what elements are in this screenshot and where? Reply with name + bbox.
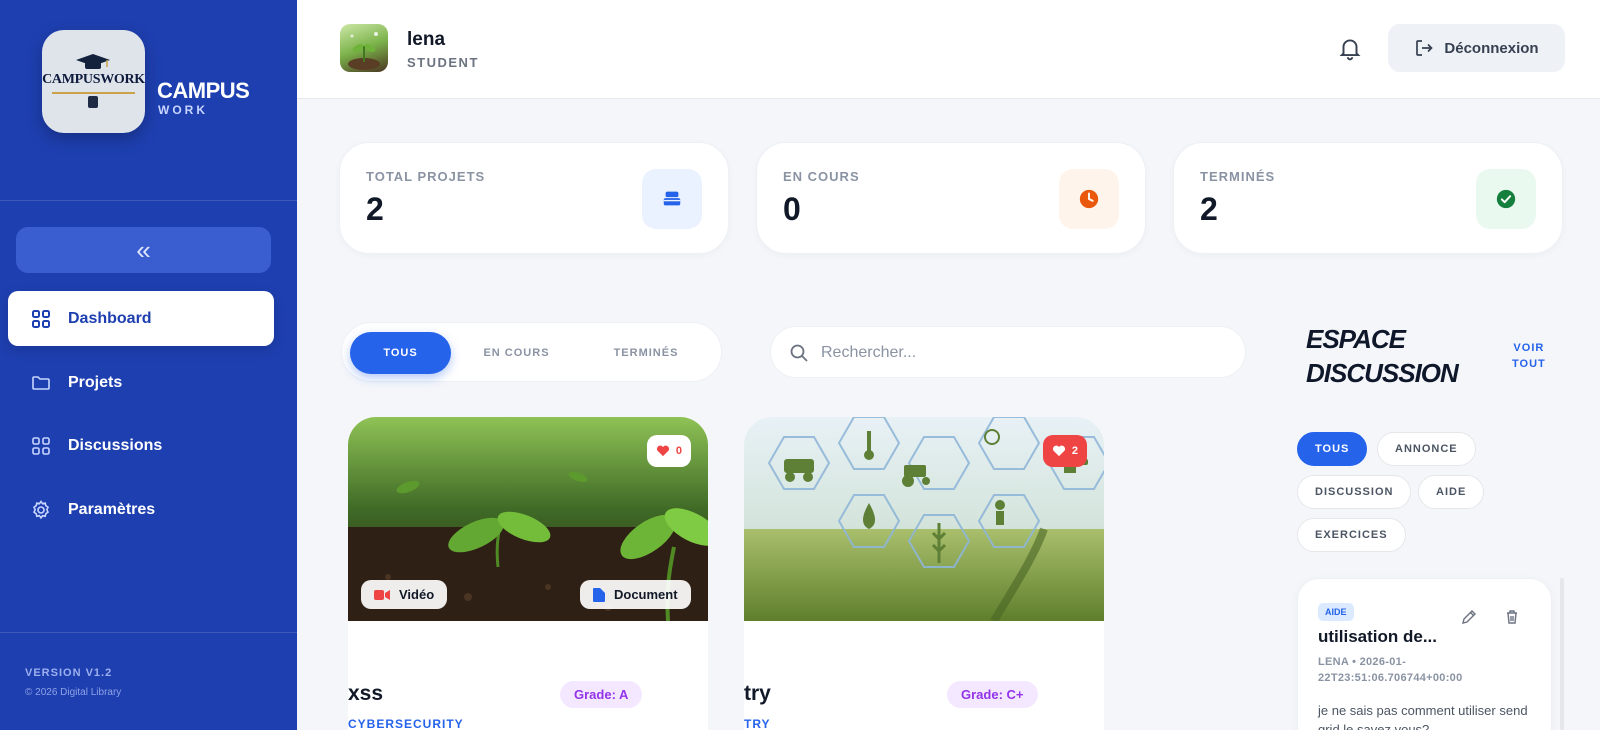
clock-icon: [1059, 169, 1119, 229]
top-header: lena STUDENT Déconnexion: [297, 0, 1600, 99]
project-card-xss[interactable]: 0 Vidéo Document xss Grade: A CYBERSECUR…: [348, 417, 708, 730]
like-badge[interactable]: 2: [1042, 435, 1087, 467]
like-badge[interactable]: 0: [646, 435, 691, 467]
tab-en-cours[interactable]: EN COURS: [457, 332, 576, 374]
sidebar-item-discussions[interactable]: Discussions: [8, 418, 274, 473]
heart-icon: [1052, 445, 1065, 457]
discussion-filter-exercices[interactable]: EXERCICES: [1297, 518, 1406, 552]
media-chip-label: Vidéo: [399, 587, 435, 602]
project-card-try[interactable]: 2 try Grade: C+ TRY: [744, 417, 1104, 730]
stat-value: 0: [783, 191, 801, 227]
tab-termines[interactable]: TERMINÉS: [584, 332, 708, 374]
stat-label: EN COURS: [783, 169, 860, 184]
sidebar-item-label: Discussions: [68, 436, 163, 454]
logout-button[interactable]: Déconnexion: [1388, 24, 1565, 72]
stat-card-total: TOTAL PROJETS 2: [339, 142, 729, 254]
user-role: STUDENT: [407, 55, 479, 70]
double-chevron-left-icon: «: [136, 234, 151, 265]
grid-icon: [30, 308, 52, 330]
sidebar-item-label: Dashboard: [68, 309, 152, 327]
discussion-title-line: ESPACE: [1306, 324, 1406, 354]
like-count: 2: [1071, 445, 1078, 457]
sidebar-item-projets[interactable]: Projets: [8, 355, 274, 410]
gear-icon: [30, 499, 52, 521]
grade-badge: Grade: A: [560, 681, 643, 708]
trash-icon[interactable]: [1504, 609, 1520, 625]
search-icon: [790, 344, 808, 362]
document-icon: [593, 587, 605, 602]
sidebar: CAMPUSWORK CAMPUS WORK « Dashboard Proje…: [0, 0, 297, 730]
project-title: xss: [348, 682, 384, 705]
check-circle-icon: [1476, 169, 1536, 229]
media-chip-label: Document: [614, 587, 678, 602]
bell-icon[interactable]: [1337, 35, 1363, 61]
tab-tous[interactable]: TOUS: [350, 332, 451, 374]
project-category: CYBERSECURITY: [348, 717, 464, 730]
stat-label: TOTAL PROJETS: [366, 169, 486, 184]
post-meta-line: 22T23:51:06.706744+00:00: [1318, 672, 1463, 684]
project-filter-tabs: TOUS EN COURS TERMINÉS: [341, 322, 722, 382]
grid-icon: [30, 435, 52, 457]
discussion-filter-aide[interactable]: AIDE: [1418, 475, 1485, 509]
sidebar-item-parametres[interactable]: Paramètres: [8, 482, 274, 537]
discussion-post[interactable]: AIDE utilisation de... LENA • 2026-01- 2…: [1297, 578, 1552, 730]
stack-icon: [642, 169, 702, 229]
stat-label: TERMINÉS: [1200, 169, 1276, 184]
post-meta: LENA • 2026-01- 22T23:51:06.706744+00:00: [1318, 654, 1488, 686]
discussion-title-line: DISCUSSION: [1306, 358, 1459, 388]
logout-icon: [1416, 40, 1434, 56]
stat-card-termines: TERMINÉS 2: [1173, 142, 1563, 254]
plant-icon: [348, 32, 380, 70]
discussion-filter-discussion[interactable]: DISCUSSION: [1297, 475, 1412, 509]
discussion-scrollbar[interactable]: [1560, 578, 1564, 730]
copyright-label: © 2026 Digital Library: [25, 687, 122, 698]
sidebar-item-dashboard[interactable]: Dashboard: [8, 291, 274, 346]
brand-name: CAMPUS: [157, 78, 250, 103]
media-chip-video: Vidéo: [361, 580, 448, 609]
user-name: lena: [407, 29, 446, 50]
discussion-filter-annonce[interactable]: ANNONCE: [1377, 432, 1476, 466]
post-category-badge: AIDE: [1318, 603, 1354, 621]
voir-tout-line: TOUT: [1512, 358, 1546, 370]
logo-divider: [52, 92, 135, 94]
stat-card-en-cours: EN COURS 0: [756, 142, 1146, 254]
collapse-sidebar-button[interactable]: «: [16, 227, 271, 273]
discussion-panel-title: ESPACE DISCUSSION: [1306, 322, 1459, 390]
search-box: [770, 326, 1246, 379]
post-title: utilisation de...: [1318, 627, 1438, 646]
post-meta-line: LENA • 2026-01-: [1318, 656, 1407, 668]
video-icon: [374, 589, 390, 600]
logo-text: CAMPUSWORK: [42, 72, 145, 87]
edit-icon[interactable]: [1461, 609, 1477, 625]
divider: [0, 200, 297, 201]
brand-subname: WORK: [158, 103, 208, 117]
sidebar-item-label: Paramètres: [68, 500, 156, 518]
project-category: TRY: [744, 717, 771, 730]
folder-icon: [30, 372, 52, 394]
discussion-filter-tous[interactable]: TOUS: [1297, 432, 1368, 466]
project-title: try: [744, 682, 771, 705]
heart-icon: [656, 445, 669, 457]
stat-value: 2: [366, 191, 384, 227]
voir-tout-line: VOIR: [1513, 342, 1545, 354]
graduation-cap-icon: [76, 54, 110, 69]
app-logo: CAMPUSWORK: [42, 30, 145, 133]
divider: [0, 632, 297, 633]
version-label: VERSION V1.2: [25, 667, 113, 679]
stat-value: 2: [1200, 191, 1218, 227]
media-chip-document: Document: [580, 580, 691, 609]
sidebar-item-label: Projets: [68, 373, 123, 391]
search-input[interactable]: [821, 327, 1231, 379]
grade-badge: Grade: C+: [947, 681, 1038, 708]
avatar[interactable]: [340, 24, 388, 72]
voir-tout-link[interactable]: VOIR TOUT: [1512, 340, 1546, 372]
like-count: 0: [675, 445, 682, 457]
post-body: je ne sais pas comment utiliser send gri…: [1318, 703, 1528, 730]
book-icon: [88, 96, 98, 108]
logout-label: Déconnexion: [1444, 39, 1539, 57]
